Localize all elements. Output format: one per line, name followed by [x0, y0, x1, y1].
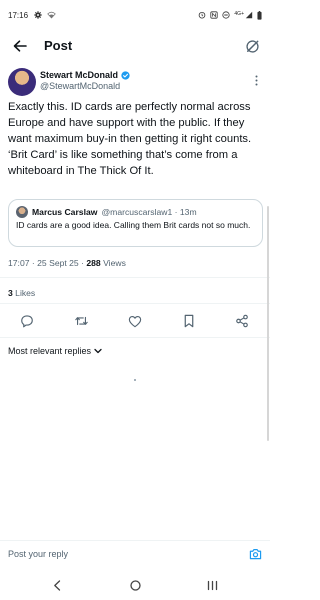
top-app-bar: Post	[0, 30, 270, 62]
back-nav-icon[interactable]	[49, 577, 65, 593]
quoted-author-name: Marcus Carslaw	[32, 207, 98, 217]
alarm-icon	[198, 11, 206, 19]
battery-icon	[257, 10, 262, 20]
arrow-left-icon[interactable]	[10, 36, 30, 56]
quoted-avatar	[16, 206, 28, 218]
reply-icon[interactable]	[17, 311, 37, 331]
like-icon[interactable]	[125, 311, 145, 331]
do-not-disturb-icon	[222, 11, 231, 19]
views-count: 288	[86, 258, 101, 268]
system-navigation-bar	[0, 570, 270, 600]
signal-icon: 4G+	[234, 11, 253, 19]
avatar[interactable]	[8, 68, 36, 96]
likes-summary[interactable]: 3 Likes	[8, 288, 35, 298]
recents-nav-icon[interactable]	[204, 577, 220, 593]
tweet-meta: 17:07 · 25 Sept 25 · 288 Views	[8, 258, 126, 268]
status-bar: 17:16 4G+	[0, 0, 270, 30]
notification-icon	[210, 11, 219, 19]
more-options-icon[interactable]	[252, 73, 260, 87]
reply-input[interactable]: Post your reply	[8, 549, 68, 559]
camera-icon[interactable]	[248, 547, 262, 561]
verified-badge-icon	[121, 70, 130, 80]
chevron-down-icon	[94, 346, 102, 356]
network-label: 4G+	[234, 11, 244, 17]
home-nav-icon[interactable]	[127, 577, 143, 593]
author-handle[interactable]: @StewartMcDonald	[40, 81, 120, 91]
gear-icon	[34, 11, 42, 19]
reply-composer: Post your reply	[0, 540, 270, 568]
divider	[0, 277, 270, 278]
replies-sort-label: Most relevant replies	[8, 346, 92, 356]
likes-count: 3	[8, 288, 13, 298]
quoted-tweet-text: ID cards are a good idea. Calling them B…	[16, 220, 251, 230]
replies-sort-dropdown[interactable]: Most relevant replies	[8, 346, 102, 356]
quoted-tweet[interactable]: Marcus Carslaw @marcuscarslaw1 · 13m ID …	[8, 199, 263, 247]
likes-label: Likes	[15, 288, 36, 298]
retweet-icon[interactable]	[71, 311, 91, 331]
author-name-row[interactable]: Stewart McDonald	[40, 70, 130, 80]
bookmark-icon[interactable]	[179, 311, 199, 331]
status-left-icons	[34, 11, 56, 19]
scrollbar[interactable]	[267, 206, 269, 441]
share-icon[interactable]	[232, 311, 252, 331]
views-label: Views	[103, 258, 126, 268]
status-right-icons: 4G+	[198, 10, 262, 20]
loading-indicator	[134, 379, 136, 381]
quoted-author-handle: @marcuscarslaw1 · 13m	[101, 207, 197, 217]
page-title: Post	[44, 38, 73, 53]
tweet-timestamp: 17:07 · 25 Sept 25 ·	[8, 258, 84, 268]
status-time: 17:16	[8, 10, 29, 20]
quoted-tweet-header: Marcus Carslaw @marcuscarslaw1 · 13m	[16, 206, 255, 218]
author-name[interactable]: Stewart McDonald	[40, 70, 118, 80]
wifi-icon	[47, 11, 56, 19]
divider	[0, 337, 270, 338]
action-bar	[0, 311, 270, 331]
tweet-text: Exactly this. ID cards are perfectly nor…	[8, 101, 252, 177]
divider	[0, 303, 270, 304]
grok-icon[interactable]	[242, 36, 262, 56]
